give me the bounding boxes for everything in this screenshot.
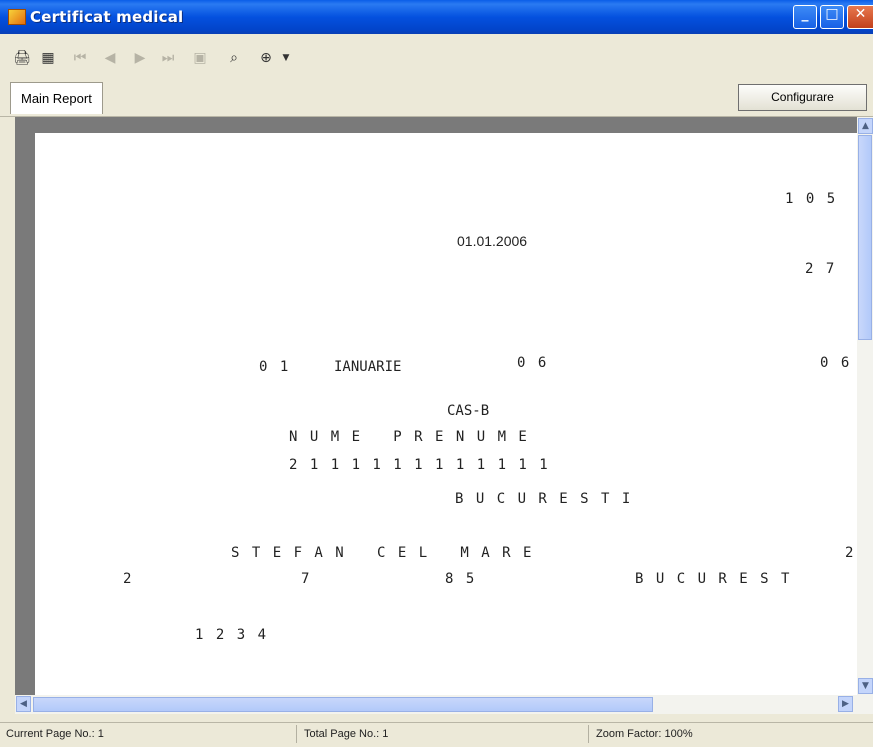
title-bar: Certificat medical _ □ ✕: [0, 0, 873, 34]
next-page-icon[interactable]: ▶: [130, 48, 150, 68]
tab-strip: Main Report Configurare: [0, 80, 873, 117]
status-divider: [588, 725, 589, 743]
report-cas: CAS-B: [447, 403, 490, 419]
report-month: IANUARIE: [334, 359, 402, 375]
scroll-left-icon[interactable]: ◀: [16, 696, 31, 712]
status-bar: Current Page No.: 1 Total Page No.: 1 Zo…: [0, 722, 873, 747]
tab-main-report[interactable]: Main Report: [10, 82, 103, 114]
report-date: 01.01.2006: [457, 233, 528, 249]
report-value-27: 2 7: [805, 261, 837, 277]
vertical-scroll-thumb[interactable]: [858, 135, 872, 340]
prev-page-icon[interactable]: ◀: [100, 48, 120, 68]
print-icon[interactable]: 🖨: [12, 48, 32, 68]
zoom-status: Zoom Factor: 100%: [596, 728, 693, 740]
report-year: 0 6: [517, 355, 549, 371]
status-divider: [296, 725, 297, 743]
report-day: 0 1: [259, 359, 291, 375]
app-icon: [8, 9, 26, 25]
report-city: B U C U R E S T I: [455, 491, 633, 507]
report-city-2: B U C U R E S T: [635, 571, 792, 587]
report-address-b: 7: [301, 571, 312, 587]
last-page-icon[interactable]: ⏭: [158, 48, 178, 68]
window-title: Certificat medical: [30, 8, 184, 26]
report-address-c: 8 5: [445, 571, 477, 587]
total-page-status: Total Page No.: 1: [304, 728, 389, 740]
current-page-status: Current Page No.: 1: [6, 728, 104, 740]
tree-toggle-icon[interactable]: ▦: [38, 48, 58, 68]
first-page-icon[interactable]: ⏮: [70, 48, 90, 68]
report-street: S T E F A N C E L M A R E: [231, 545, 534, 561]
report-cnp: 2 1 1 1 1 1 1 1 1 1 1 1 1: [289, 457, 550, 473]
find-icon[interactable]: ⌕: [224, 48, 244, 68]
zoom-dropdown-icon[interactable]: ▼: [276, 48, 296, 68]
maximize-button[interactable]: □: [820, 5, 844, 29]
report-name: N U M E P R E N U M E: [289, 429, 529, 445]
report-year-right: 0 6: [820, 355, 852, 371]
report-page: 1 0 5 01.01.2006 2 7 0 1 IANUARIE 0 6 0 …: [35, 133, 865, 714]
toolbar: 🖨 ▦ ⏮ ◀ ▶ ⏭ ▣ ⌕ ⊕ ▼: [0, 34, 873, 80]
configure-button[interactable]: Configurare: [738, 84, 867, 111]
zoom-icon[interactable]: ⊕: [256, 48, 276, 68]
scroll-up-icon[interactable]: ▲: [858, 118, 873, 134]
report-viewer: 1 0 5 01.01.2006 2 7 0 1 IANUARIE 0 6 0 …: [15, 117, 873, 714]
scroll-right-icon[interactable]: ▶: [838, 696, 853, 712]
goto-page-icon[interactable]: ▣: [190, 48, 210, 68]
report-street-number: 2: [845, 545, 856, 561]
scroll-down-icon[interactable]: ▼: [858, 678, 873, 694]
report-address-a: 2: [123, 571, 134, 587]
horizontal-scroll-thumb[interactable]: [33, 697, 653, 712]
close-button[interactable]: ✕: [847, 5, 873, 29]
report-number: 1 0 5: [785, 191, 838, 207]
left-frame: [0, 117, 15, 722]
report-code: 1 2 3 4: [195, 627, 269, 643]
minimize-button[interactable]: _: [793, 5, 817, 29]
